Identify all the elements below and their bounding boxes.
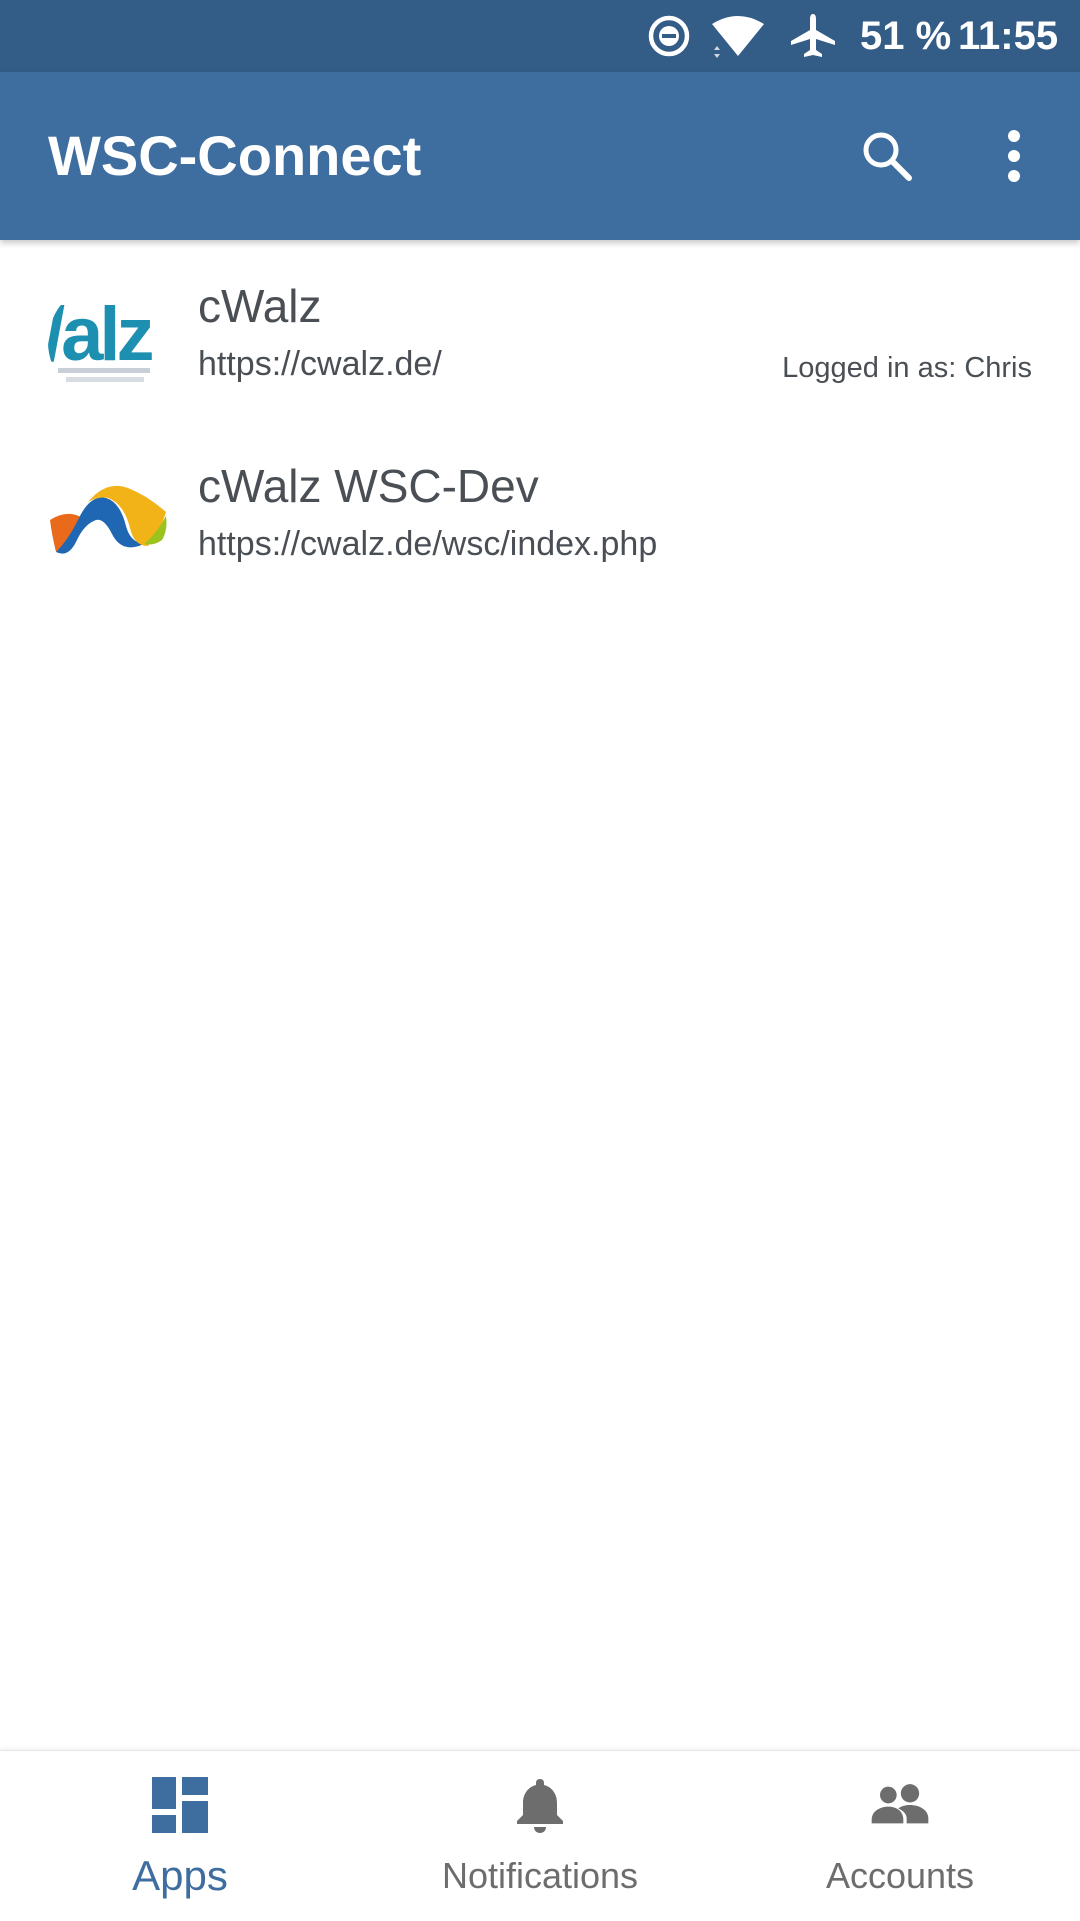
- dashboard-icon: [152, 1777, 208, 1833]
- nav-label: Accounts: [825, 1855, 975, 1896]
- more-vert-icon: [1008, 130, 1020, 182]
- nav-item-notifications[interactable]: Notifications: [360, 1751, 720, 1921]
- app-list: /alz cWalz https://cwalz.de/ Logged in a…: [0, 240, 1080, 600]
- app-name: cWalz WSC-Dev: [198, 460, 539, 512]
- airplane-icon: [791, 14, 835, 57]
- clock: 11:55: [958, 14, 1059, 58]
- do-not-disturb-icon: [648, 15, 690, 57]
- app-bar: WSC-Connect: [0, 72, 1080, 240]
- wsc-logo-avatar: [48, 462, 168, 582]
- list-item-cwalz-wsc-dev[interactable]: cWalz WSC-Dev https://cwalz.de/wsc/index…: [0, 420, 1080, 600]
- bottom-navigation: Apps Notifications Accounts: [0, 1750, 1080, 1921]
- app-name: cWalz: [198, 280, 322, 332]
- app-url: https://cwalz.de/: [198, 345, 442, 383]
- cwalz-logo-avatar: /alz: [48, 282, 168, 402]
- wifi-icon: [712, 16, 764, 58]
- svg-text:/alz: /alz: [48, 292, 152, 377]
- bell-icon: [517, 1779, 563, 1833]
- nav-item-apps[interactable]: Apps: [0, 1751, 360, 1921]
- battery-percentage: 51 %: [860, 14, 952, 58]
- nav-label: Notifications: [441, 1855, 639, 1896]
- more-options-button[interactable]: [978, 120, 1050, 192]
- app-url: https://cwalz.de/wsc/index.php: [198, 525, 658, 563]
- login-status: Logged in as: Chris: [782, 352, 1032, 384]
- nav-label: Apps: [132, 1852, 228, 1899]
- status-bar: 51 % 11:55: [0, 0, 1080, 72]
- search-button[interactable]: [851, 120, 923, 192]
- nav-item-accounts[interactable]: Accounts: [720, 1751, 1080, 1921]
- search-icon: [863, 132, 912, 181]
- people-icon: [871, 1784, 929, 1824]
- list-item-cwalz[interactable]: /alz cWalz https://cwalz.de/ Logged in a…: [0, 240, 1080, 420]
- page-title: WSC-Connect: [48, 124, 422, 187]
